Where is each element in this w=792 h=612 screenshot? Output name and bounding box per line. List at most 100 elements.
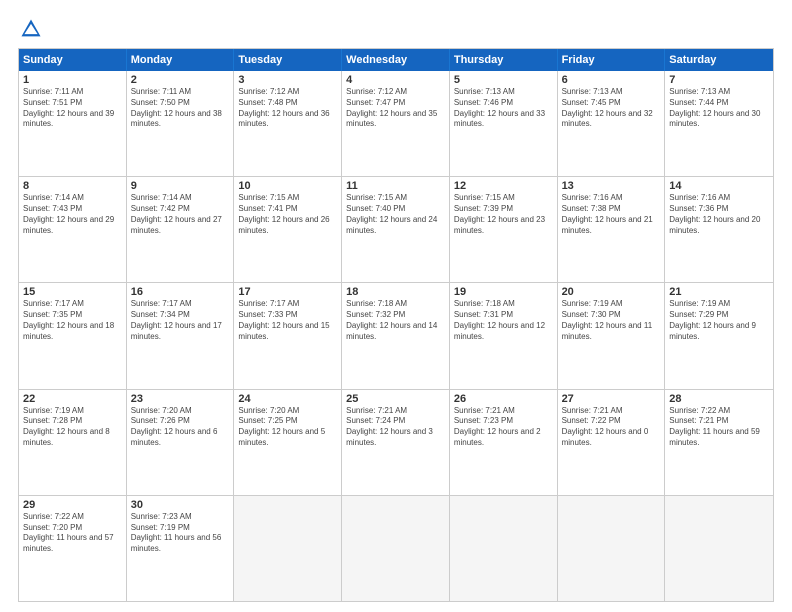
day-number: 5 bbox=[454, 74, 553, 86]
day-number: 3 bbox=[238, 74, 337, 86]
day-info: Sunrise: 7:11 AM Sunset: 7:51 PM Dayligh… bbox=[23, 87, 122, 130]
day-info: Sunrise: 7:15 AM Sunset: 7:39 PM Dayligh… bbox=[454, 193, 553, 236]
calendar-body: 1Sunrise: 7:11 AM Sunset: 7:51 PM Daylig… bbox=[19, 71, 773, 601]
day-cell-27: 27Sunrise: 7:21 AM Sunset: 7:22 PM Dayli… bbox=[558, 390, 666, 495]
header-day-sunday: Sunday bbox=[19, 49, 127, 71]
day-info: Sunrise: 7:14 AM Sunset: 7:42 PM Dayligh… bbox=[131, 193, 230, 236]
day-info: Sunrise: 7:15 AM Sunset: 7:41 PM Dayligh… bbox=[238, 193, 337, 236]
day-info: Sunrise: 7:19 AM Sunset: 7:28 PM Dayligh… bbox=[23, 406, 122, 449]
day-info: Sunrise: 7:13 AM Sunset: 7:45 PM Dayligh… bbox=[562, 87, 661, 130]
empty-cell bbox=[342, 496, 450, 601]
day-number: 22 bbox=[23, 393, 122, 405]
calendar-header: SundayMondayTuesdayWednesdayThursdayFrid… bbox=[19, 49, 773, 71]
day-number: 28 bbox=[669, 393, 769, 405]
day-cell-4: 4Sunrise: 7:12 AM Sunset: 7:47 PM Daylig… bbox=[342, 71, 450, 176]
day-info: Sunrise: 7:16 AM Sunset: 7:38 PM Dayligh… bbox=[562, 193, 661, 236]
day-number: 20 bbox=[562, 286, 661, 298]
header-day-monday: Monday bbox=[127, 49, 235, 71]
day-cell-17: 17Sunrise: 7:17 AM Sunset: 7:33 PM Dayli… bbox=[234, 283, 342, 388]
day-number: 1 bbox=[23, 74, 122, 86]
day-cell-10: 10Sunrise: 7:15 AM Sunset: 7:41 PM Dayli… bbox=[234, 177, 342, 282]
day-number: 25 bbox=[346, 393, 445, 405]
day-info: Sunrise: 7:13 AM Sunset: 7:46 PM Dayligh… bbox=[454, 87, 553, 130]
day-number: 9 bbox=[131, 180, 230, 192]
day-cell-19: 19Sunrise: 7:18 AM Sunset: 7:31 PM Dayli… bbox=[450, 283, 558, 388]
day-info: Sunrise: 7:19 AM Sunset: 7:30 PM Dayligh… bbox=[562, 299, 661, 342]
day-info: Sunrise: 7:20 AM Sunset: 7:25 PM Dayligh… bbox=[238, 406, 337, 449]
empty-cell bbox=[558, 496, 666, 601]
empty-cell bbox=[234, 496, 342, 601]
day-cell-29: 29Sunrise: 7:22 AM Sunset: 7:20 PM Dayli… bbox=[19, 496, 127, 601]
day-cell-6: 6Sunrise: 7:13 AM Sunset: 7:45 PM Daylig… bbox=[558, 71, 666, 176]
day-number: 4 bbox=[346, 74, 445, 86]
day-info: Sunrise: 7:13 AM Sunset: 7:44 PM Dayligh… bbox=[669, 87, 769, 130]
day-info: Sunrise: 7:20 AM Sunset: 7:26 PM Dayligh… bbox=[131, 406, 230, 449]
day-cell-2: 2Sunrise: 7:11 AM Sunset: 7:50 PM Daylig… bbox=[127, 71, 235, 176]
day-info: Sunrise: 7:21 AM Sunset: 7:24 PM Dayligh… bbox=[346, 406, 445, 449]
day-cell-20: 20Sunrise: 7:19 AM Sunset: 7:30 PM Dayli… bbox=[558, 283, 666, 388]
day-number: 26 bbox=[454, 393, 553, 405]
day-cell-11: 11Sunrise: 7:15 AM Sunset: 7:40 PM Dayli… bbox=[342, 177, 450, 282]
empty-cell bbox=[450, 496, 558, 601]
day-info: Sunrise: 7:11 AM Sunset: 7:50 PM Dayligh… bbox=[131, 87, 230, 130]
day-cell-14: 14Sunrise: 7:16 AM Sunset: 7:36 PM Dayli… bbox=[665, 177, 773, 282]
day-number: 29 bbox=[23, 499, 122, 511]
day-number: 18 bbox=[346, 286, 445, 298]
day-cell-3: 3Sunrise: 7:12 AM Sunset: 7:48 PM Daylig… bbox=[234, 71, 342, 176]
calendar-row: 22Sunrise: 7:19 AM Sunset: 7:28 PM Dayli… bbox=[19, 389, 773, 495]
day-cell-16: 16Sunrise: 7:17 AM Sunset: 7:34 PM Dayli… bbox=[127, 283, 235, 388]
day-number: 17 bbox=[238, 286, 337, 298]
day-number: 15 bbox=[23, 286, 122, 298]
day-cell-28: 28Sunrise: 7:22 AM Sunset: 7:21 PM Dayli… bbox=[665, 390, 773, 495]
day-number: 10 bbox=[238, 180, 337, 192]
day-cell-1: 1Sunrise: 7:11 AM Sunset: 7:51 PM Daylig… bbox=[19, 71, 127, 176]
day-info: Sunrise: 7:17 AM Sunset: 7:34 PM Dayligh… bbox=[131, 299, 230, 342]
day-number: 24 bbox=[238, 393, 337, 405]
day-info: Sunrise: 7:22 AM Sunset: 7:21 PM Dayligh… bbox=[669, 406, 769, 449]
day-number: 30 bbox=[131, 499, 230, 511]
day-number: 11 bbox=[346, 180, 445, 192]
day-cell-26: 26Sunrise: 7:21 AM Sunset: 7:23 PM Dayli… bbox=[450, 390, 558, 495]
day-info: Sunrise: 7:21 AM Sunset: 7:23 PM Dayligh… bbox=[454, 406, 553, 449]
day-cell-5: 5Sunrise: 7:13 AM Sunset: 7:46 PM Daylig… bbox=[450, 71, 558, 176]
day-info: Sunrise: 7:18 AM Sunset: 7:32 PM Dayligh… bbox=[346, 299, 445, 342]
day-cell-12: 12Sunrise: 7:15 AM Sunset: 7:39 PM Dayli… bbox=[450, 177, 558, 282]
header-day-friday: Friday bbox=[558, 49, 666, 71]
day-cell-30: 30Sunrise: 7:23 AM Sunset: 7:19 PM Dayli… bbox=[127, 496, 235, 601]
day-info: Sunrise: 7:17 AM Sunset: 7:33 PM Dayligh… bbox=[238, 299, 337, 342]
day-cell-7: 7Sunrise: 7:13 AM Sunset: 7:44 PM Daylig… bbox=[665, 71, 773, 176]
day-info: Sunrise: 7:12 AM Sunset: 7:48 PM Dayligh… bbox=[238, 87, 337, 130]
header-day-thursday: Thursday bbox=[450, 49, 558, 71]
day-info: Sunrise: 7:12 AM Sunset: 7:47 PM Dayligh… bbox=[346, 87, 445, 130]
day-info: Sunrise: 7:14 AM Sunset: 7:43 PM Dayligh… bbox=[23, 193, 122, 236]
empty-cell bbox=[665, 496, 773, 601]
day-cell-23: 23Sunrise: 7:20 AM Sunset: 7:26 PM Dayli… bbox=[127, 390, 235, 495]
day-cell-25: 25Sunrise: 7:21 AM Sunset: 7:24 PM Dayli… bbox=[342, 390, 450, 495]
day-cell-22: 22Sunrise: 7:19 AM Sunset: 7:28 PM Dayli… bbox=[19, 390, 127, 495]
day-info: Sunrise: 7:16 AM Sunset: 7:36 PM Dayligh… bbox=[669, 193, 769, 236]
day-number: 6 bbox=[562, 74, 661, 86]
header-day-wednesday: Wednesday bbox=[342, 49, 450, 71]
calendar-row: 1Sunrise: 7:11 AM Sunset: 7:51 PM Daylig… bbox=[19, 71, 773, 176]
day-cell-8: 8Sunrise: 7:14 AM Sunset: 7:43 PM Daylig… bbox=[19, 177, 127, 282]
logo bbox=[18, 18, 46, 40]
day-info: Sunrise: 7:18 AM Sunset: 7:31 PM Dayligh… bbox=[454, 299, 553, 342]
day-cell-9: 9Sunrise: 7:14 AM Sunset: 7:42 PM Daylig… bbox=[127, 177, 235, 282]
day-number: 8 bbox=[23, 180, 122, 192]
day-info: Sunrise: 7:17 AM Sunset: 7:35 PM Dayligh… bbox=[23, 299, 122, 342]
day-cell-15: 15Sunrise: 7:17 AM Sunset: 7:35 PM Dayli… bbox=[19, 283, 127, 388]
day-number: 19 bbox=[454, 286, 553, 298]
day-number: 21 bbox=[669, 286, 769, 298]
header-day-saturday: Saturday bbox=[665, 49, 773, 71]
day-number: 14 bbox=[669, 180, 769, 192]
calendar-row: 15Sunrise: 7:17 AM Sunset: 7:35 PM Dayli… bbox=[19, 282, 773, 388]
day-number: 13 bbox=[562, 180, 661, 192]
day-cell-24: 24Sunrise: 7:20 AM Sunset: 7:25 PM Dayli… bbox=[234, 390, 342, 495]
day-info: Sunrise: 7:21 AM Sunset: 7:22 PM Dayligh… bbox=[562, 406, 661, 449]
day-info: Sunrise: 7:23 AM Sunset: 7:19 PM Dayligh… bbox=[131, 512, 230, 555]
day-cell-18: 18Sunrise: 7:18 AM Sunset: 7:32 PM Dayli… bbox=[342, 283, 450, 388]
day-number: 27 bbox=[562, 393, 661, 405]
calendar: SundayMondayTuesdayWednesdayThursdayFrid… bbox=[18, 48, 774, 602]
logo-icon bbox=[20, 18, 42, 40]
day-number: 16 bbox=[131, 286, 230, 298]
